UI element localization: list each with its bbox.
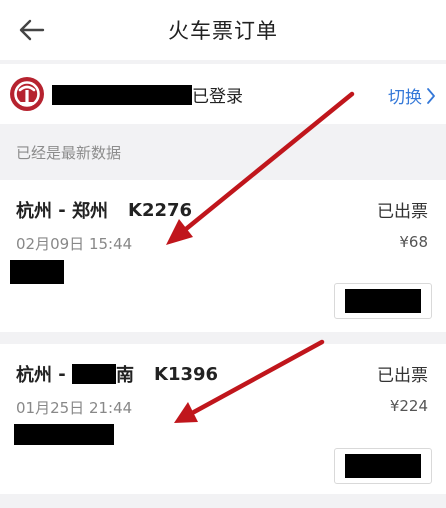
departure-datetime: 01月25日 21:44 [16,399,133,417]
order-action-button[interactable] [334,283,432,319]
passenger-name-redacted [14,424,114,445]
passenger-name-redacted [10,260,64,284]
switch-label: 切换 [388,88,422,108]
action-label-redacted [345,289,421,313]
refresh-notice: 已经是最新数据 [0,130,446,172]
railway-logo-icon [10,77,44,111]
account-name-redacted [52,85,192,105]
chevron-right-icon [427,87,435,104]
train-number: K1396 [154,363,219,385]
train-number: K2276 [128,199,193,221]
route-separator: - [52,363,73,385]
page-title: 火车票订单 [168,19,278,43]
account-bar: 已登录 切换 [0,64,446,124]
origin-station: 杭州 [16,365,52,386]
route-separator: - [52,199,73,221]
action-label-redacted [345,454,421,478]
destination-redacted [72,364,117,384]
order-status: 已出票 [377,366,428,386]
switch-account-button[interactable]: 切换 [388,83,436,108]
destination-station: 郑州 [72,201,109,222]
order-card[interactable]: 杭州 - 南 K1396 已出票 01月25日 21:44 ¥224 [0,344,446,494]
route-title: 杭州 - 南 K1396 [16,361,218,387]
origin-station: 杭州 [16,201,52,222]
app-screen: 火车票订单 已登录 切换 已经是最新数据 杭州 - 郑州 K2276 已出票 0… [0,0,446,508]
top-bar: 火车票订单 [0,0,446,60]
ticket-price: ¥68 [399,233,428,251]
destination-suffix: 南 [116,365,135,386]
refresh-notice-text: 已经是最新数据 [16,144,122,162]
order-card[interactable]: 杭州 - 郑州 K2276 已出票 02月09日 15:44 ¥68 [0,180,446,332]
departure-datetime: 02月09日 15:44 [16,235,133,253]
login-status: 已登录 [192,87,243,107]
order-action-button[interactable] [334,448,432,484]
ticket-price: ¥224 [389,397,428,415]
route-title: 杭州 - 郑州 K2276 [16,197,192,223]
order-status: 已出票 [377,202,428,222]
